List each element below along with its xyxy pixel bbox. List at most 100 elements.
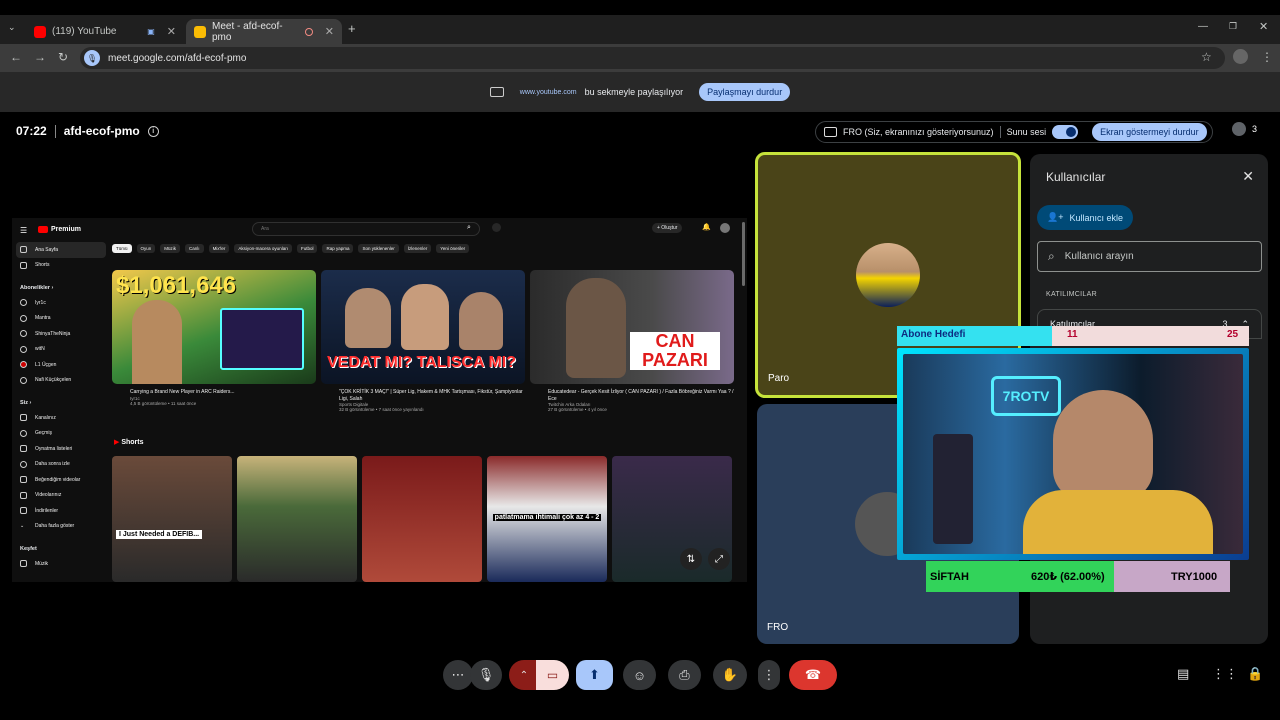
forward-icon[interactable]: → — [34, 50, 46, 64]
chat-icon[interactable]: ▤ — [1177, 666, 1189, 682]
you-label: Geçmiş — [35, 430, 52, 437]
short-card — [237, 456, 357, 582]
chip: Aksiyon-macera oyunları — [234, 244, 292, 253]
short-card — [362, 456, 482, 582]
chip: Yeni öneriler — [436, 244, 470, 253]
emoji-reactions-button[interactable]: ☺ — [623, 660, 656, 690]
present-screen-icon — [824, 127, 837, 137]
you-item: ⌄ Daha fazla göster — [16, 519, 106, 535]
more-options-button[interactable]: ⋮ — [758, 660, 780, 690]
participants-button[interactable]: 3 — [1232, 122, 1257, 136]
profile-icon[interactable] — [1233, 49, 1248, 64]
close-tab-icon[interactable]: ✕ — [325, 25, 334, 38]
subscriptions-header: Abonelikler › — [20, 285, 54, 291]
music-icon — [20, 560, 27, 568]
more-options-left-button[interactable]: ⋯ — [443, 660, 473, 690]
back-icon[interactable]: ← — [10, 50, 22, 64]
browser-menu-icon[interactable]: ⋮ — [1261, 50, 1273, 64]
restore-icon[interactable]: ❐ — [1229, 21, 1237, 32]
sub-label: Iyr1c — [35, 299, 46, 306]
sharing-text: bu sekmeyle paylaşılıyor — [584, 87, 684, 97]
watch-later-icon — [20, 460, 27, 468]
presentation-sound-toggle[interactable] — [1052, 125, 1079, 139]
webcam-art — [1053, 390, 1153, 500]
add-user-button[interactable]: 👤+ Kullanıcı ekle — [1037, 205, 1133, 230]
video-card: $1,061,646 Carrying a Brand New Player i… — [112, 270, 316, 406]
present-screen-button[interactable]: ⬆ — [576, 660, 613, 690]
url-input[interactable]: 🎙 meet.google.com/afd-ecof-pmo — [80, 47, 1225, 69]
you-header: Siz › — [20, 400, 32, 406]
meeting-info: 07:22 afd-ecof-pmo i — [16, 124, 159, 138]
avatar — [856, 243, 920, 307]
channel-avatar-icon — [20, 314, 27, 322]
close-icon[interactable]: ✕ — [1242, 168, 1254, 185]
video-title: "ÇOK KRİTİK 3 MAÇ!" | Süper Lig, Hakem &… — [339, 389, 523, 402]
divider — [999, 126, 1001, 138]
chip: Oyun — [136, 244, 156, 253]
sub-label: ShinyaTheNinja — [35, 330, 71, 337]
chip: Canlı — [185, 244, 204, 253]
camera-options-button[interactable]: ⌃ — [509, 660, 539, 690]
tab-search-icon[interactable]: ⌄ — [8, 22, 16, 33]
download-icon — [20, 507, 27, 515]
video-meta: 4,5 B görüntüleme • 11 saat önce — [130, 400, 197, 406]
short-card: patlatmama ihtimali çok az 4 - 2 — [487, 456, 607, 582]
info-icon[interactable]: i — [147, 125, 159, 137]
raise-hand-button[interactable]: ✋ — [713, 660, 747, 690]
you-item: Beğendiğim videolar — [16, 472, 106, 488]
video-card: VEDAT MI? TALISCA MI? "ÇOK KRİTİK 3 MAÇ!… — [321, 270, 525, 412]
tab-meet[interactable]: Meet - afd-ecof-pmo ✕ — [186, 19, 342, 44]
scrollbar — [742, 222, 745, 286]
captions-button[interactable]: ⎙ — [668, 660, 701, 690]
tab-title: Meet - afd-ecof-pmo — [212, 20, 283, 43]
thumbnail-art — [345, 288, 391, 348]
microphone-button[interactable]: 🎙 — [470, 660, 502, 690]
youtube-brand: Premium — [51, 226, 81, 233]
thumbnail-art — [459, 292, 503, 350]
shorts-icon — [20, 261, 27, 269]
section-label: KATILIMCILAR — [1046, 291, 1097, 298]
video-meta: 32 B görüntüleme • 7 saat önce yayınland… — [339, 407, 424, 412]
host-controls-icon[interactable]: 🔒 — [1247, 666, 1263, 682]
divider — [54, 124, 56, 138]
site-info-icon[interactable]: 🎙 — [84, 50, 100, 66]
stop-presenting-button[interactable]: Ekran göstermeyi durdur — [1092, 123, 1207, 141]
sub-item: Iyr1c — [16, 295, 106, 311]
search-placeholder: Kullanıcı arayın — [1064, 251, 1134, 262]
create-button: + Oluştur — [652, 223, 683, 233]
sub-label: L1 Üçgen — [35, 361, 57, 368]
end-call-button[interactable]: ☎ — [789, 660, 837, 690]
bookmark-star-icon[interactable]: ☆ — [1201, 50, 1212, 64]
you-item: Videolarınız — [16, 488, 106, 504]
search-user-input[interactable]: ⌕ Kullanıcı arayın — [1037, 241, 1262, 272]
youtube-favicon-icon — [34, 25, 46, 38]
video-thumbnail: $1,061,646 — [112, 270, 316, 384]
video-thumbnail: CAN PAZARI — [530, 270, 734, 384]
thumbnail-text: CAN PAZARI — [630, 332, 720, 370]
camera-toggle-button[interactable]: ▭ — [536, 660, 569, 690]
sub-item: L1 Üçgen — [16, 357, 106, 373]
history-icon — [20, 429, 27, 437]
sound-label: Sunu sesi — [1006, 127, 1047, 137]
close-tab-icon[interactable]: ✕ — [167, 25, 176, 38]
hamburger-menu-icon: ☰ — [20, 226, 28, 235]
tab-title: (119) YouTube — [52, 26, 117, 37]
activities-icon[interactable]: ⋮⋮ — [1212, 666, 1238, 682]
sidebar-item-label: Ana Sayfa — [35, 246, 59, 253]
stop-sharing-button[interactable]: Paylaşmayı durdur — [699, 83, 791, 101]
playlist-icon — [20, 445, 27, 453]
goal-current: 11 — [1067, 329, 1078, 340]
tab-youtube[interactable]: (119) YouTube ▣ ✕ — [26, 19, 184, 44]
goal-label: Abone Hedefi — [901, 329, 966, 340]
bar-right-label: TRY1000 — [1171, 570, 1218, 583]
notifications-icon: 🔔 — [702, 224, 711, 231]
mic-icon — [492, 223, 501, 232]
reload-icon[interactable]: ↻ — [58, 50, 68, 64]
thumbnail-text: $1,061,646 — [116, 272, 237, 299]
minimize-icon[interactable]: — — [1198, 21, 1208, 32]
close-window-icon[interactable]: ✕ — [1259, 20, 1268, 33]
new-tab-icon[interactable]: + — [348, 21, 356, 36]
youtube-search-input: Ara — [252, 222, 480, 236]
thumbnail-art — [566, 278, 626, 378]
goal-target: 25 — [1227, 329, 1239, 340]
